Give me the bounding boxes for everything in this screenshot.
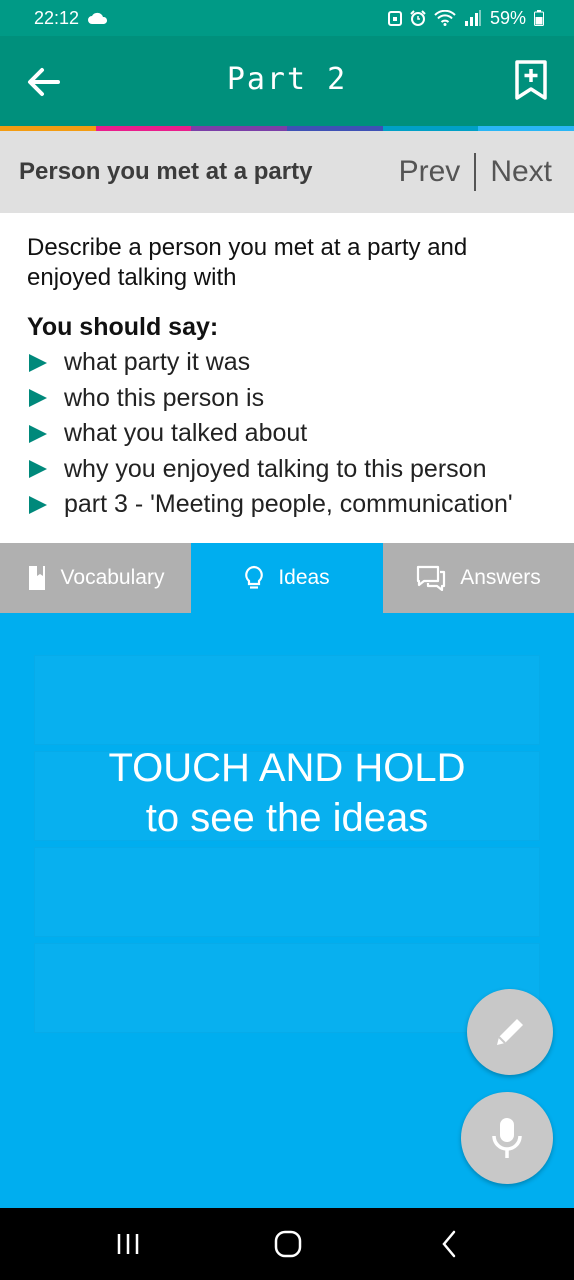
status-bar: 22:12 59% xyxy=(0,0,574,36)
lightbulb-icon xyxy=(245,565,264,589)
cue-prompt: Describe a person you met at a party and… xyxy=(27,234,468,291)
cue-point: who this person is xyxy=(27,381,547,417)
microphone-icon xyxy=(492,1118,522,1158)
tab-ideas-label: Ideas xyxy=(278,566,330,589)
play-bullet-icon xyxy=(29,460,47,479)
chat-bubbles-icon xyxy=(417,565,446,591)
home-icon[interactable] xyxy=(272,1226,304,1262)
play-bullet-icon xyxy=(29,424,47,443)
battery-icon xyxy=(534,10,544,26)
play-bullet-icon xyxy=(29,495,47,514)
nav-divider xyxy=(474,153,477,191)
hint-line-2: to see the ideas xyxy=(145,796,429,840)
touch-hold-hint: TOUCH AND HOLD to see the ideas xyxy=(0,743,574,843)
status-time: 22:12 xyxy=(34,7,80,28)
hidden-idea-card xyxy=(34,655,540,745)
cue-point: what party it was xyxy=(27,345,547,381)
book-icon xyxy=(28,566,45,590)
tab-bar: Vocabulary Ideas Answers xyxy=(0,543,574,613)
alarm-icon xyxy=(410,10,426,26)
cue-points: what party it was who this person is wha… xyxy=(27,345,547,523)
wifi-icon xyxy=(434,10,456,26)
signal-icon xyxy=(464,10,481,26)
tab-vocabulary-label: Vocabulary xyxy=(60,566,165,589)
topic-title: Person you met at a party xyxy=(19,158,313,185)
tab-ideas[interactable]: Ideas xyxy=(191,543,383,613)
hidden-idea-card xyxy=(34,943,540,1033)
recent-apps-icon[interactable] xyxy=(114,1226,142,1262)
prev-button[interactable]: Prev xyxy=(399,155,461,189)
system-navigation-bar xyxy=(0,1208,574,1280)
lock-notification-icon xyxy=(387,11,402,26)
app-bar: Part 2 xyxy=(0,36,574,126)
play-bullet-icon xyxy=(29,389,47,408)
tab-answers[interactable]: Answers xyxy=(383,543,574,613)
edit-notes-button[interactable] xyxy=(467,989,553,1075)
hidden-idea-card xyxy=(34,847,540,937)
page-title: Part 2 xyxy=(226,62,348,97)
cue-card: Describe a person you met at a party and… xyxy=(0,213,574,543)
cue-point: why you enjoyed talking to this person xyxy=(27,452,547,488)
topic-navigation: Prev Next xyxy=(399,153,552,191)
cue-point: part 3 - 'Meeting people, communication' xyxy=(27,487,547,523)
play-bullet-icon xyxy=(29,353,47,372)
should-say-heading: You should say: xyxy=(27,313,219,341)
record-button[interactable] xyxy=(461,1092,553,1184)
battery-percent: 59% xyxy=(489,7,526,28)
back-nav-icon[interactable] xyxy=(436,1226,460,1262)
topic-bar: Person you met at a party Prev Next xyxy=(0,131,574,213)
tab-answers-label: Answers xyxy=(460,566,541,589)
pencil-icon xyxy=(497,1019,523,1045)
hint-line-1: TOUCH AND HOLD xyxy=(108,746,466,790)
tab-vocabulary[interactable]: Vocabulary xyxy=(0,543,191,613)
cloud-icon xyxy=(88,12,108,24)
cue-point: what you talked about xyxy=(27,416,547,452)
bookmark-add-icon[interactable] xyxy=(514,60,548,100)
next-button[interactable]: Next xyxy=(490,155,552,189)
